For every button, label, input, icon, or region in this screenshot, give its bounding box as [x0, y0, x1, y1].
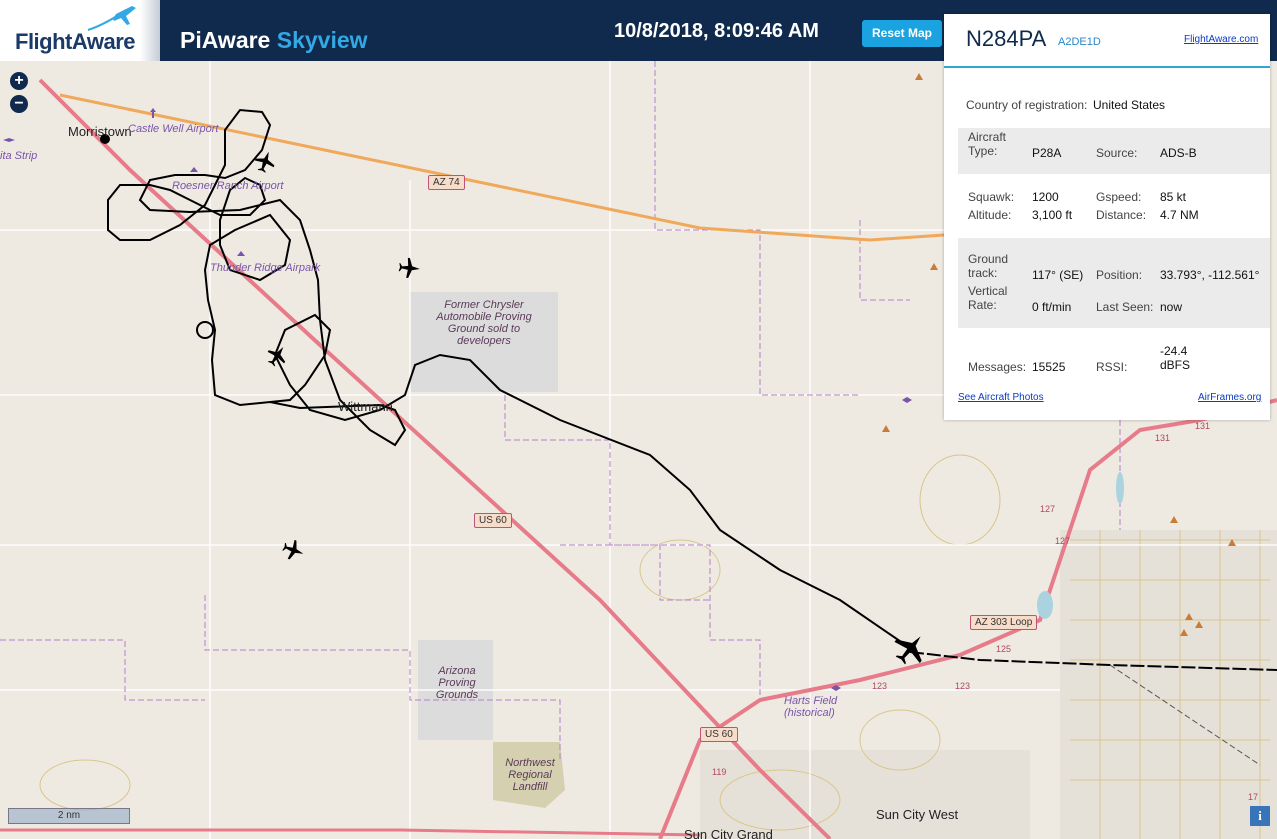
clock: 10/8/2018, 8:09:46 AM	[614, 20, 819, 42]
exit-label: 127	[1055, 536, 1071, 546]
track-value: 117° (SE)	[1032, 268, 1084, 282]
road-shield: AZ 303 Loop	[970, 615, 1038, 630]
app-title-accent: Skyview	[276, 27, 368, 53]
place-label: Morristown	[68, 124, 132, 139]
country-label: Country of registration:	[966, 98, 1088, 112]
place-label: ita Strip	[0, 150, 38, 162]
place-label: Former Chrysler Automobile Proving Groun…	[436, 299, 532, 347]
airport-icon	[190, 167, 198, 172]
scale-bar: 2 nm	[8, 808, 130, 824]
messages-row: Messages: 15525 RSSI: -24.4 dBFS	[958, 342, 1270, 378]
aircraft-icon[interactable]	[264, 343, 290, 369]
rssi-label: RSSI:	[1096, 360, 1128, 374]
aircraft-type-value: P28A	[1032, 146, 1062, 160]
flightaware-link[interactable]: FlightAware.com	[1184, 34, 1258, 45]
zoom-in-button[interactable]: +	[10, 72, 28, 90]
squawk-value: 1200	[1032, 190, 1059, 204]
road-shield: AZ 74	[428, 175, 465, 190]
exit-label: 123	[955, 681, 971, 691]
aircraft-type-row: Aircraft Type: P28A Source: ADS-B	[958, 128, 1270, 174]
rssi-value: -24.4 dBFS	[1160, 344, 1191, 372]
distance-label: Distance:	[1096, 208, 1147, 222]
position-value: 33.793°, -112.561°	[1160, 268, 1260, 282]
altitude-label: Altitude:	[968, 208, 1012, 222]
aircraft-icon[interactable]	[280, 537, 306, 563]
gspeed-value: 85 kt	[1160, 190, 1187, 204]
exit-label: 127	[1040, 504, 1056, 514]
az74-road	[59, 93, 945, 242]
gspeed-label: Gspeed:	[1096, 190, 1142, 204]
lastseen-label: Last Seen:	[1096, 300, 1154, 314]
road-shield: US 60	[700, 727, 738, 742]
messages-value: 15525	[1032, 360, 1066, 374]
source-value: ADS-B	[1160, 146, 1197, 160]
hex-code: A2DE1D	[1058, 36, 1101, 48]
squawk-row: Squawk: 1200 Gspeed: 85 kt Altitude: 3,1…	[958, 188, 1270, 228]
country-value: United States	[1093, 98, 1166, 112]
tail-number: N284PA	[966, 26, 1047, 51]
place-label: Wittmann	[338, 399, 393, 414]
exit-label: 131	[1155, 433, 1171, 443]
airport-icon	[237, 251, 245, 256]
aircraft-icon[interactable]	[396, 255, 422, 281]
exit-label: 125	[996, 644, 1012, 654]
place-label: Roesner Ranch Airport	[172, 180, 284, 192]
app-title-main: PiAware	[180, 27, 271, 53]
exit-label: 123	[872, 681, 888, 691]
lastseen-value: now	[1160, 300, 1183, 314]
track-label: Ground track:	[968, 252, 1009, 280]
altitude-value: 3,100 ft	[1032, 208, 1073, 222]
exit-label: 119	[712, 767, 727, 777]
track-row: Ground track: 117° (SE) Position: 33.793…	[958, 238, 1270, 328]
place-label: Arizona Proving Grounds	[435, 665, 479, 701]
airport-icon	[3, 138, 15, 142]
messages-label: Messages:	[968, 360, 1027, 374]
info-button[interactable]: i	[1250, 806, 1270, 826]
vrate-value: 0 ft/min	[1032, 300, 1072, 314]
country-row: Country of registration: United States	[958, 98, 1270, 116]
zoom-out-button[interactable]: −	[10, 95, 28, 113]
place-label: Thunder Ridge Airpark	[210, 262, 321, 274]
exit-label: 17	[1248, 792, 1259, 802]
place-label: Castle Well Airport	[128, 123, 219, 135]
distance-value: 4.7 NM	[1160, 208, 1199, 222]
airport-icon	[902, 397, 912, 403]
app-title: PiAware Skyview	[180, 27, 368, 54]
aircraft-icon[interactable]	[252, 149, 278, 175]
road-shield: US 60	[474, 513, 512, 528]
exit-label: 131	[1195, 421, 1211, 431]
reset-map-button[interactable]: Reset Map	[862, 20, 942, 47]
place-label: Sun City West	[876, 807, 959, 822]
squawk-label: Squawk:	[968, 190, 1015, 204]
place-label: Northwest Regional Landfill	[505, 757, 555, 793]
airframes-link[interactable]: AirFrames.org	[1198, 392, 1261, 403]
selected-aircraft-icon[interactable]	[892, 631, 928, 667]
aircraft-info-panel: N284PA A2DE1D FlightAware.com Country of…	[944, 14, 1270, 420]
vrate-label: Vertical Rate:	[968, 284, 1008, 312]
place-label: Harts Field (historical)	[784, 695, 838, 719]
position-label: Position:	[1096, 268, 1143, 282]
panel-header: N284PA A2DE1D FlightAware.com	[944, 14, 1270, 68]
place-label: Sun City Grand	[684, 827, 773, 839]
aircraft-type-label: Aircraft Type:	[968, 130, 1007, 158]
logo-text: FlightAware	[15, 29, 136, 54]
aircraft-photos-link[interactable]: See Aircraft Photos	[958, 392, 1044, 403]
source-label: Source:	[1096, 146, 1138, 160]
flightaware-logo[interactable]: FlightAware	[0, 0, 160, 61]
